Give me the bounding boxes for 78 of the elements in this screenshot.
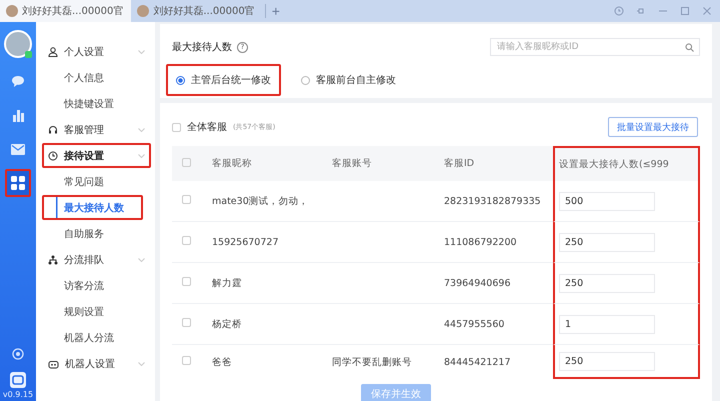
checkbox[interactable] <box>182 318 191 327</box>
settings-icon[interactable] <box>12 348 24 360</box>
table-cell-text: 84445421217 <box>443 356 512 370</box>
batch-set-button[interactable]: 批量设置最大接待 <box>608 117 698 137</box>
pin-icon[interactable] <box>636 6 646 16</box>
radio-label: 客服前台自主修改 <box>316 74 396 87</box>
chevron-icon <box>138 154 145 158</box>
table-cell: 111086792200 <box>443 222 553 263</box>
checkbox[interactable] <box>182 236 191 245</box>
number-input[interactable]: 250 <box>559 274 655 292</box>
logo-icon <box>10 372 26 388</box>
person-icon <box>48 46 58 56</box>
avatar-icon <box>6 5 18 17</box>
checkbox[interactable] <box>182 356 191 365</box>
table-cell: 15925670727 <box>211 222 331 263</box>
column-header: 客服ID <box>443 146 553 181</box>
checkbox[interactable] <box>182 277 191 286</box>
radio-label: 主管后台统一修改 <box>191 74 271 87</box>
chevron-icon <box>138 362 145 366</box>
version-label: v0.9.15 <box>2 390 34 399</box>
sidebar-item[interactable]: 个人信息 <box>42 65 143 90</box>
robot-icon <box>48 358 59 368</box>
avatar-icon <box>137 5 150 17</box>
rail-button[interactable] <box>5 169 31 197</box>
table-cell-text: 爸爸 <box>211 356 233 370</box>
browser-tab[interactable]: 刘好好其磊...00000官 <box>131 0 263 22</box>
radio-option[interactable]: 主管后台统一修改 <box>166 64 281 96</box>
checkbox[interactable] <box>182 195 191 204</box>
checkbox[interactable] <box>172 122 181 132</box>
radio-button[interactable] <box>176 76 185 84</box>
sidebar-group[interactable]: 客服管理 <box>42 117 151 142</box>
table-cell: mate30测试，勿动， <box>211 181 331 222</box>
table-cell: 杨定桥 <box>211 304 331 345</box>
sidebar-item[interactable]: 快捷键设置 <box>42 91 143 116</box>
chevron-icon <box>138 50 145 54</box>
chevron-icon <box>138 258 145 262</box>
page-title: 最大接待人数 <box>172 40 232 54</box>
sidebar-item[interactable]: 常见问题 <box>42 169 143 194</box>
radio-button[interactable] <box>301 76 310 84</box>
clock-icon <box>48 150 58 160</box>
clock-icon[interactable] <box>614 6 624 16</box>
mail-icon <box>11 144 25 154</box>
number-input[interactable]: 250 <box>559 352 655 370</box>
sidebar-group[interactable]: 接待设置 <box>42 143 151 168</box>
chat-bubble-icon <box>11 74 25 88</box>
column-header: 客服昵称 <box>211 146 331 181</box>
sidebar-group[interactable]: 机器人设置 <box>42 351 151 376</box>
column-header: 客服账号 <box>331 146 443 181</box>
column-header: 设置最大接待人数(≤999 <box>553 146 700 181</box>
number-input[interactable]: 250 <box>559 232 655 252</box>
select-all-label: 全体客服 <box>187 120 227 134</box>
bar-chart-icon <box>12 108 24 122</box>
chevron-icon <box>138 128 145 132</box>
checkbox[interactable] <box>182 158 191 166</box>
maximize-icon[interactable] <box>680 6 690 16</box>
browser-tab[interactable]: 刘好好其磊...00000官 <box>0 0 132 22</box>
sidebar-item[interactable]: 自助服务 <box>42 221 143 246</box>
close-icon[interactable] <box>702 6 712 16</box>
sidebar-item[interactable]: 机器人分流 <box>42 325 143 350</box>
hierarchy-icon <box>48 254 58 264</box>
sidebar-item[interactable]: 规则设置 <box>42 299 143 324</box>
sidebar-group[interactable]: 个人设置 <box>42 39 151 64</box>
number-input[interactable]: 500 <box>559 192 655 210</box>
search-field[interactable]: 请输入客服昵称或ID <box>490 38 700 56</box>
table-cell: 同学不要乱删账号 <box>332 356 412 368</box>
table-cell: 4457955560 <box>443 304 553 345</box>
number-input[interactable]: 1 <box>559 314 655 334</box>
headset-icon <box>48 124 58 134</box>
sidebar-group[interactable]: 分流排队 <box>42 247 151 272</box>
grid-icon <box>11 176 25 190</box>
search-icon <box>685 42 694 52</box>
avatar-icon[interactable] <box>4 30 32 58</box>
table-cell: 解力霆 <box>211 263 331 304</box>
table-cell: 2823193182879335 <box>443 181 553 222</box>
table-cell: 73964940696 <box>443 263 553 304</box>
sidebar-item[interactable]: 最大接待人数 <box>42 195 143 220</box>
radio-option[interactable]: 客服前台自主修改 <box>291 64 406 96</box>
sidebar-item[interactable]: 访客分流 <box>42 273 143 298</box>
